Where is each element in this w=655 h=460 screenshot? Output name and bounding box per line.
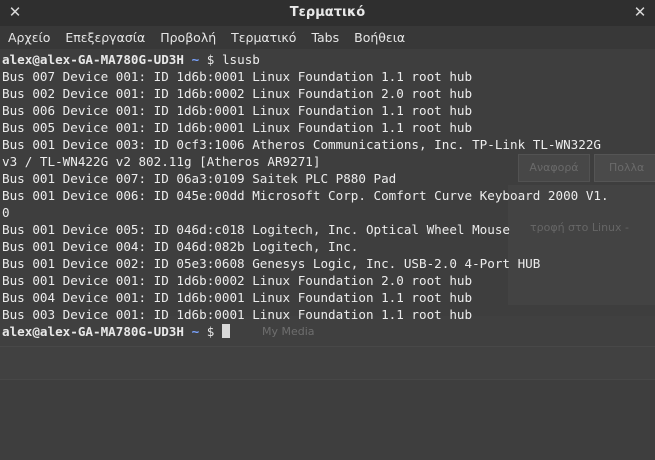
output-line: Bus 004 Device 001: ID 1d6b:0001 Linux F… xyxy=(2,290,473,305)
terminal-area[interactable]: Αναφορά Πολλα τροφή στο Linux - My Media… xyxy=(0,49,655,460)
prompt-line: alex@alex-GA-MA780G-UD3H ~ $ lsusb xyxy=(2,51,609,68)
output-line: Bus 002 Device 001: ID 1d6b:0002 Linux F… xyxy=(2,86,473,101)
prompt-symbol: $ xyxy=(206,324,215,339)
output-line: Bus 005 Device 001: ID 1d6b:0001 Linux F… xyxy=(2,120,473,135)
menu-terminal[interactable]: Τερματικό xyxy=(223,26,303,49)
output-line: Bus 003 Device 001: ID 1d6b:0001 Linux F… xyxy=(2,307,473,322)
prompt-symbol: $ xyxy=(206,52,215,67)
output-line: v3 / TL-WN422G v2 802.11g [Atheros AR927… xyxy=(2,154,321,169)
output-line: Bus 006 Device 001: ID 1d6b:0001 Linux F… xyxy=(2,103,473,118)
menu-edit[interactable]: Επεξεργασία xyxy=(57,26,152,49)
title-bar[interactable]: ✕ Τερματικό ✕ xyxy=(0,0,655,27)
output-line: Bus 001 Device 003: ID 0cf3:1006 Atheros… xyxy=(2,137,601,152)
output-line: Bus 001 Device 002: ID 05e3:0608 Genesys… xyxy=(2,256,541,271)
background-toolbar xyxy=(0,346,655,380)
output-line: Bus 001 Device 007: ID 06a3:0109 Saitek … xyxy=(2,171,397,186)
terminal-window: ✕ Τερματικό ✕ Αρχείο Επεξεργασία Προβολή… xyxy=(0,0,655,460)
close-icon[interactable]: ✕ xyxy=(631,3,649,21)
prompt-path: ~ xyxy=(191,324,200,339)
menu-file[interactable]: Αρχείο xyxy=(0,26,57,49)
window-title: Τερματικό xyxy=(289,5,366,20)
menu-view[interactable]: Προβολή xyxy=(152,26,223,49)
prompt-user-host: alex@alex-GA-MA780G-UD3H xyxy=(2,52,184,67)
output-line: Bus 001 Device 004: ID 046d:082b Logitec… xyxy=(2,239,359,254)
prompt-user-host: alex@alex-GA-MA780G-UD3H xyxy=(2,324,184,339)
text-cursor xyxy=(221,324,230,338)
prompt-line: alex@alex-GA-MA780G-UD3H ~ $ xyxy=(2,323,609,340)
terminal-output: alex@alex-GA-MA780G-UD3H ~ $ lsusb Bus 00… xyxy=(2,51,609,340)
menu-help[interactable]: Βοήθεια xyxy=(346,26,412,49)
output-line: Bus 001 Device 005: ID 046d:c018 Logitec… xyxy=(2,222,510,237)
output-line: Bus 007 Device 001: ID 1d6b:0001 Linux F… xyxy=(2,69,473,84)
output-line: Bus 001 Device 006: ID 045e:00dd Microso… xyxy=(2,188,609,203)
command-text: lsusb xyxy=(221,52,260,67)
output-line: Bus 001 Device 001: ID 1d6b:0002 Linux F… xyxy=(2,273,473,288)
menu-tabs[interactable]: Tabs xyxy=(303,26,346,49)
menu-bar: Αρχείο Επεξεργασία Προβολή Τερματικό Tab… xyxy=(0,26,655,49)
prompt-path: ~ xyxy=(191,52,200,67)
output-line: 0 xyxy=(2,205,10,220)
